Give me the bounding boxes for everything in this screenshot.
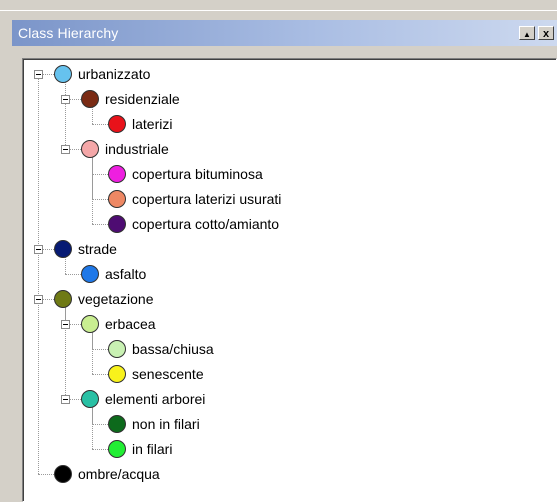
restore-button[interactable]: ▲ (519, 26, 535, 40)
tree-node-label: industriale (105, 141, 169, 157)
color-swatch-icon (108, 165, 126, 183)
color-swatch-icon (81, 90, 99, 108)
tree-connector (92, 154, 93, 224)
tree-node-label: in filari (132, 441, 173, 457)
tree-node-label: non in filari (132, 416, 200, 432)
color-swatch-icon (81, 390, 99, 408)
tree-connector (92, 124, 108, 125)
tree-node-industriale[interactable]: industriale (81, 138, 169, 160)
tree-node-non-in-filari[interactable]: non in filari (108, 413, 200, 435)
tree-node-in-filari[interactable]: in filari (108, 438, 172, 460)
color-swatch-icon (108, 365, 126, 383)
tree-node-label: copertura laterizi usurati (132, 191, 282, 207)
tree-connector (38, 74, 39, 474)
tree-node-residenziale[interactable]: residenziale (81, 88, 180, 110)
tree-connector (38, 474, 54, 475)
tree-connector (92, 174, 108, 175)
tree-node-label: urbanizzato (78, 66, 151, 82)
tree-connector (65, 304, 66, 399)
tree-node-copertura-cotto-amianto[interactable]: copertura cotto/amianto (108, 213, 279, 235)
tree-node-copertura-laterizi-usurati[interactable]: copertura laterizi usurati (108, 188, 281, 210)
tree-node-erbacea[interactable]: erbacea (81, 313, 156, 335)
tree-connector (92, 449, 108, 450)
tree-node-strade[interactable]: strade (54, 238, 117, 260)
tree-connector (92, 424, 108, 425)
tree-node-asfalto[interactable]: asfalto (81, 263, 146, 285)
tree-node-ombre-acqua[interactable]: ombre/acqua (54, 463, 160, 485)
collapse-elementi-arborei-icon[interactable] (61, 395, 70, 404)
color-swatch-icon (108, 415, 126, 433)
tree-connector (92, 224, 108, 225)
tree-node-label: senescente (132, 366, 204, 382)
color-swatch-icon (54, 240, 72, 258)
tree-connector (92, 329, 93, 374)
tree-node-label: vegetazione (78, 291, 154, 307)
collapse-urbanizzato-icon[interactable] (34, 70, 43, 79)
tree-node-label: residenziale (105, 91, 180, 107)
tree-connector (65, 274, 81, 275)
close-icon: x (542, 28, 550, 40)
color-swatch-icon (108, 440, 126, 458)
tree-node-label: laterizi (132, 116, 173, 132)
tree-node-elementi-arborei[interactable]: elementi arborei (81, 388, 205, 410)
color-swatch-icon (108, 190, 126, 208)
class-tree[interactable]: urbanizzato residenziale laterizi industria… (22, 58, 557, 502)
tree-node-urbanizzato[interactable]: urbanizzato (54, 63, 150, 85)
collapse-industriale-icon[interactable] (61, 145, 70, 154)
tree-node-label: erbacea (105, 316, 156, 332)
tree-node-senescente[interactable]: senescente (108, 363, 204, 385)
tree-connector (92, 199, 108, 200)
tree-node-label: copertura cotto/amianto (132, 216, 280, 232)
collapse-vegetazione-icon[interactable] (34, 295, 43, 304)
restore-icon: ▲ (523, 30, 531, 39)
tree-connector (92, 349, 108, 350)
color-swatch-icon (81, 265, 99, 283)
tree-node-copertura-bituminosa[interactable]: copertura bituminosa (108, 163, 263, 185)
color-swatch-icon (108, 115, 126, 133)
tree-node-vegetazione[interactable]: vegetazione (54, 288, 154, 310)
color-swatch-icon (54, 65, 72, 83)
tree-node-label: strade (78, 241, 117, 257)
tree-node-laterizi[interactable]: laterizi (108, 113, 172, 135)
tree-node-label: ombre/acqua (78, 466, 160, 482)
class-tree-canvas: urbanizzato residenziale laterizi industria… (23, 59, 556, 501)
tree-node-label: copertura bituminosa (132, 166, 263, 182)
tree-connector (65, 79, 66, 149)
tree-node-label: elementi arborei (105, 391, 206, 407)
color-swatch-icon (108, 340, 126, 358)
tree-node-bassa-chiusa[interactable]: bassa/chiusa (108, 338, 214, 360)
color-swatch-icon (108, 215, 126, 233)
class-hierarchy-panel: Class Hierarchy ▲ x urbanizzato residenzi… (12, 20, 557, 502)
color-swatch-icon (81, 315, 99, 333)
close-button[interactable]: x (538, 26, 554, 40)
tree-connector (92, 404, 93, 449)
color-swatch-icon (54, 465, 72, 483)
tree-node-label: bassa/chiusa (132, 341, 214, 357)
color-swatch-icon (81, 140, 99, 158)
top-edge (0, 10, 557, 11)
color-swatch-icon (54, 290, 72, 308)
tree-connector (92, 374, 108, 375)
collapse-strade-icon[interactable] (34, 245, 43, 254)
panel-titlebar[interactable]: Class Hierarchy ▲ x (12, 20, 557, 46)
collapse-erbacea-icon[interactable] (61, 320, 70, 329)
panel-title: Class Hierarchy (18, 25, 119, 41)
collapse-residenziale-icon[interactable] (61, 95, 70, 104)
tree-node-label: asfalto (105, 266, 147, 282)
